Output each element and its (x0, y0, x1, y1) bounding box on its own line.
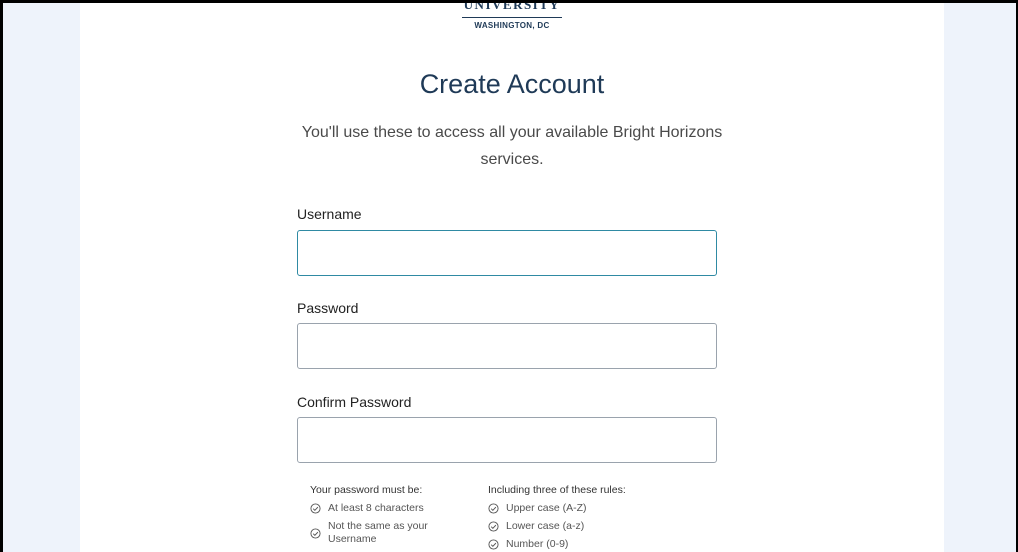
username-label: Username (297, 206, 362, 222)
page-title: Create Account (419, 69, 605, 99)
rule-item: Not the same as your Username (310, 520, 460, 546)
check-circle-icon (310, 528, 321, 539)
rule-item: At least 8 characters (310, 502, 460, 515)
password-label: Password (297, 300, 359, 316)
check-circle-icon (310, 503, 321, 514)
rule-item: Upper case (A-Z) (488, 502, 688, 515)
logo-location: WASHINGTON, DC (474, 21, 550, 30)
rule-text: Number (0-9) (506, 538, 569, 550)
username-input[interactable] (297, 230, 717, 276)
rule-text: At least 8 characters (328, 502, 424, 514)
logo-name: UNIVERSITY (463, 3, 561, 12)
password-character-rules: Including three of these rules: Upper ca… (488, 484, 688, 552)
check-circle-icon (488, 539, 499, 550)
password-input[interactable] (297, 323, 717, 369)
rule-text: Lower case (a-z) (506, 520, 585, 532)
window-frame: UNIVERSITY WASHINGTON, DC Create Account… (0, 0, 1018, 552)
create-account-card: UNIVERSITY WASHINGTON, DC Create Account… (80, 3, 944, 552)
rule-text: Upper case (A-Z) (506, 502, 587, 514)
rule-item: Number (0-9) (488, 538, 688, 551)
logo-divider (462, 17, 562, 18)
university-logo: UNIVERSITY WASHINGTON, DC (80, 3, 944, 30)
character-rules-title: Including three of these rules: (488, 484, 626, 496)
rule-item: Lower case (a-z) (488, 520, 688, 533)
requirements-title: Your password must be: (310, 484, 423, 496)
rule-text: Not the same as your Username (328, 520, 428, 545)
page-viewport: UNIVERSITY WASHINGTON, DC Create Account… (3, 3, 1016, 552)
confirm-password-input[interactable] (297, 417, 717, 463)
password-requirements-list: Your password must be: At least 8 charac… (310, 484, 460, 551)
confirm-password-label: Confirm Password (297, 394, 412, 410)
check-circle-icon (488, 521, 499, 532)
check-circle-icon (488, 503, 499, 514)
page-subtitle: You'll use these to access all your avai… (301, 124, 723, 168)
